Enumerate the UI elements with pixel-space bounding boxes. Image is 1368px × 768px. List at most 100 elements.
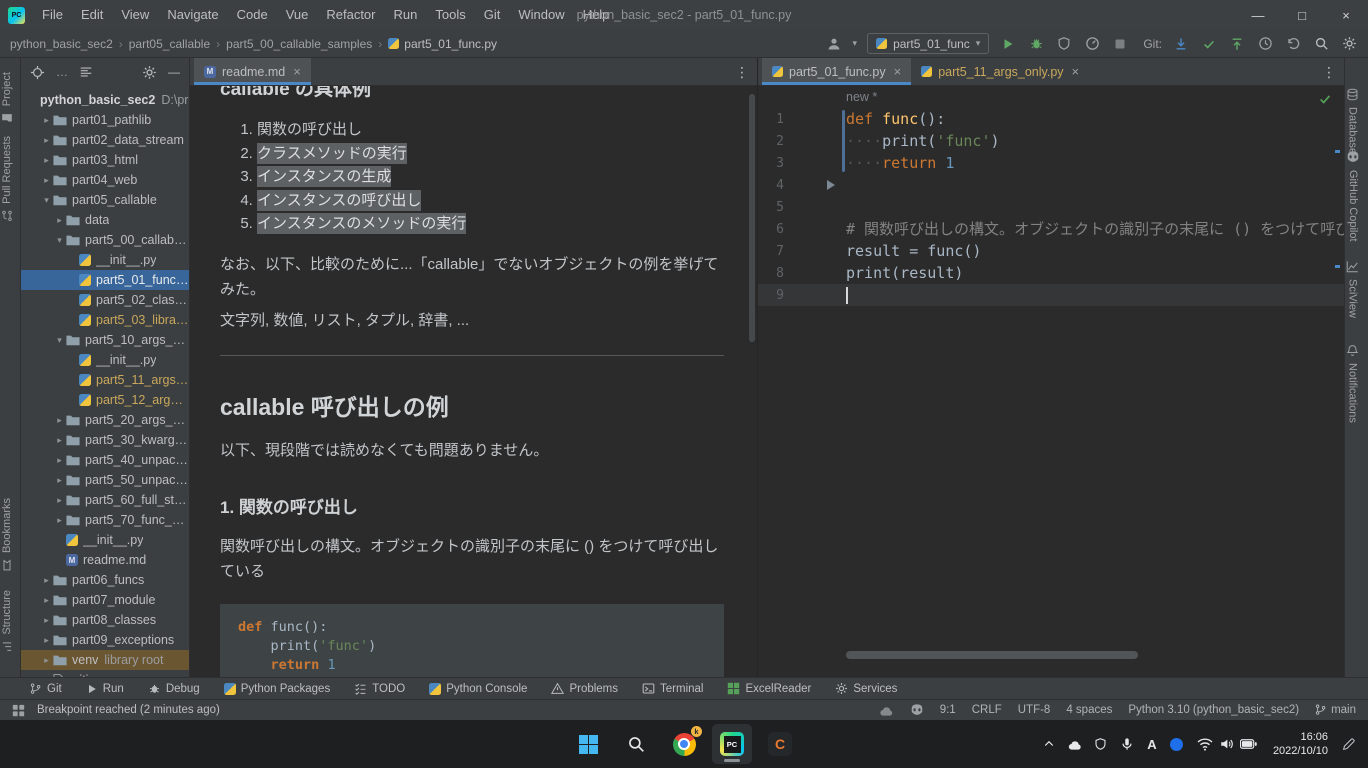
- menu-file[interactable]: File: [33, 0, 72, 30]
- tree-toggle-icon[interactable]: ▸: [40, 175, 53, 186]
- git-branch-widget[interactable]: main: [1315, 704, 1356, 716]
- toolwindow-button-bookmarks[interactable]: Bookmarks: [1, 498, 13, 571]
- tree-item-part03-html[interactable]: ▸part03_html: [21, 150, 189, 170]
- toolwindow-button-run[interactable]: Run: [86, 683, 124, 695]
- stop-button[interactable]: [1111, 35, 1129, 53]
- maximize-button[interactable]: □: [1280, 0, 1324, 30]
- expand-all-icon[interactable]: [79, 65, 93, 79]
- tree-item-part5-50-unpack-arguments[interactable]: ▸part5_50_unpack_arguments: [21, 470, 189, 490]
- editor-line-8[interactable]: 8print(result): [758, 262, 1344, 284]
- tree-item--init-py[interactable]: __init__.py: [21, 530, 189, 550]
- toolwindow-button-python-packages[interactable]: Python Packages: [224, 683, 331, 695]
- tree-toggle-icon[interactable]: ▾: [53, 235, 66, 246]
- tree-item-venv[interactable]: ▸venvlibrary root: [21, 650, 189, 670]
- tree-item-part5-12-args-kwargs-py[interactable]: part5_12_args_kwargs.py: [21, 390, 189, 410]
- taskbar-pycharm-button[interactable]: PC: [712, 724, 752, 764]
- taskbar-search-button[interactable]: [616, 724, 656, 764]
- menu-refactor[interactable]: Refactor: [317, 0, 384, 30]
- tree-item-part5-01-func-py[interactable]: part5_01_func.py: [21, 270, 189, 290]
- tray-chevron-up-icon[interactable]: [1037, 728, 1061, 760]
- toolwindow-button-github-copilot[interactable]: GitHub Copilot: [1346, 150, 1360, 242]
- menu-git[interactable]: Git: [475, 0, 510, 30]
- toolwindow-button-services[interactable]: Services: [835, 682, 897, 695]
- tree-item-part04-web[interactable]: ▸part04_web: [21, 170, 189, 190]
- tree-item-part5-00-callable-samples[interactable]: ▾part5_00_callable_samples: [21, 230, 189, 250]
- tree-item-part01-pathlib[interactable]: ▸part01_pathlib: [21, 110, 189, 130]
- toolwindow-button-terminal[interactable]: Terminal: [642, 682, 703, 695]
- close-button[interactable]: ×: [1324, 0, 1368, 30]
- toolwindow-button-notifications[interactable]: Notifications: [1346, 344, 1359, 423]
- update-project-button[interactable]: [1172, 35, 1190, 53]
- tree-toggle-icon[interactable]: ▾: [53, 335, 66, 346]
- minimize-button[interactable]: —: [1236, 0, 1280, 30]
- pen-input-icon[interactable]: [1336, 728, 1360, 760]
- tree-item-data[interactable]: ▸data: [21, 210, 189, 230]
- editor-line-4[interactable]: 4: [758, 174, 1344, 196]
- editor-line-2[interactable]: 2····print('func'): [758, 130, 1344, 152]
- microphone-icon[interactable]: [1115, 728, 1139, 760]
- tree-item-part5-02-class-py[interactable]: part5_02_class.py: [21, 290, 189, 310]
- file-encoding[interactable]: UTF-8: [1018, 704, 1051, 716]
- toolwindow-button-project[interactable]: Project: [1, 72, 13, 123]
- toolwindow-button-sciview[interactable]: SciView: [1346, 260, 1359, 318]
- python-interpreter[interactable]: Python 3.10 (python_basic_sec2): [1128, 704, 1299, 716]
- tree-toggle-icon[interactable]: ▸: [53, 475, 66, 486]
- tree-item-readme-md[interactable]: Mreadme.md: [21, 550, 189, 570]
- line-number[interactable]: 8: [758, 266, 784, 281]
- search-everywhere-icon[interactable]: [1312, 35, 1330, 53]
- tab-options-icon[interactable]: ⋮: [735, 64, 749, 81]
- tree-item-part5-30-kwargs-default[interactable]: ▸part5_30_kwargs_default: [21, 430, 189, 450]
- tree-item-part5-20-args-samples[interactable]: ▸part5_20_args_samples: [21, 410, 189, 430]
- toolwindow-button-problems[interactable]: Problems: [551, 682, 618, 695]
- tree-toggle-icon[interactable]: ▸: [53, 215, 66, 226]
- overflow-menu-icon[interactable]: …: [56, 65, 68, 79]
- line-number[interactable]: 7: [758, 244, 784, 259]
- toolwindow-button-excelreader[interactable]: ExcelReader: [727, 682, 811, 695]
- menu-vue[interactable]: Vue: [277, 0, 318, 30]
- hide-panel-icon[interactable]: —: [168, 65, 180, 79]
- onedrive-icon[interactable]: [1063, 728, 1087, 760]
- indent-style[interactable]: 4 spaces: [1066, 704, 1112, 716]
- rollback-icon[interactable]: [1284, 35, 1302, 53]
- code-with-me-icon[interactable]: [879, 704, 894, 717]
- line-number[interactable]: 3: [758, 156, 784, 171]
- tab-options-icon[interactable]: ⋮: [1322, 64, 1336, 81]
- editor-line-5[interactable]: 5: [758, 196, 1344, 218]
- line-number[interactable]: 6: [758, 222, 784, 237]
- breadcrumb-item[interactable]: part05_callable: [129, 37, 210, 51]
- select-opened-file-icon[interactable]: [30, 65, 45, 80]
- tree-toggle-icon[interactable]: ▸: [40, 135, 53, 146]
- tree-item-part5-40-unpack-params[interactable]: ▸part5_40_unpack_params: [21, 450, 189, 470]
- menu-view[interactable]: View: [112, 0, 158, 30]
- caret-position[interactable]: 9:1: [940, 704, 956, 716]
- menu-tools[interactable]: Tools: [426, 0, 474, 30]
- commit-button[interactable]: [1200, 35, 1218, 53]
- breadcrumb-item[interactable]: part5_01_func.py: [388, 37, 497, 51]
- history-icon[interactable]: [1256, 35, 1274, 53]
- tree-toggle-icon[interactable]: ▸: [53, 495, 66, 506]
- tree-item-part5-10-args-basic[interactable]: ▾part5_10_args_basic: [21, 330, 189, 350]
- menu-navigate[interactable]: Navigate: [158, 0, 227, 30]
- profiler-button[interactable]: [1083, 35, 1101, 53]
- tree-item-part5-60-full-stack[interactable]: ▸part5_60_full_stack: [21, 490, 189, 510]
- code-vision-hint[interactable]: new *: [758, 86, 1344, 108]
- tree-toggle-icon[interactable]: ▸: [53, 455, 66, 466]
- editor-line-7[interactable]: 7result = func(): [758, 240, 1344, 262]
- tree-toggle-icon[interactable]: ▸: [40, 575, 53, 586]
- profile-icon[interactable]: [825, 35, 843, 53]
- line-number[interactable]: 1: [758, 112, 784, 127]
- tree-item-part07-module[interactable]: ▸part07_module: [21, 590, 189, 610]
- toolwindow-button-git[interactable]: Git: [30, 683, 62, 695]
- error-stripe-mark[interactable]: [1335, 150, 1340, 153]
- code-editor[interactable]: new * 1def func():2····print('func')3···…: [758, 86, 1344, 677]
- editor-line-3[interactable]: 3····return 1: [758, 152, 1344, 174]
- tree-toggle-icon[interactable]: ▸: [40, 155, 53, 166]
- tree-toggle-icon[interactable]: ▸: [40, 635, 53, 646]
- push-button[interactable]: [1228, 35, 1246, 53]
- tab-part5-01-func-py[interactable]: part5_01_func.py×: [762, 58, 911, 85]
- copilot-status-icon[interactable]: [910, 703, 924, 717]
- tree-toggle-icon[interactable]: ▸: [40, 115, 53, 126]
- tray-app-icon[interactable]: [1165, 728, 1189, 760]
- line-number[interactable]: 5: [758, 200, 784, 215]
- tree-toggle-icon[interactable]: ▸: [53, 415, 66, 426]
